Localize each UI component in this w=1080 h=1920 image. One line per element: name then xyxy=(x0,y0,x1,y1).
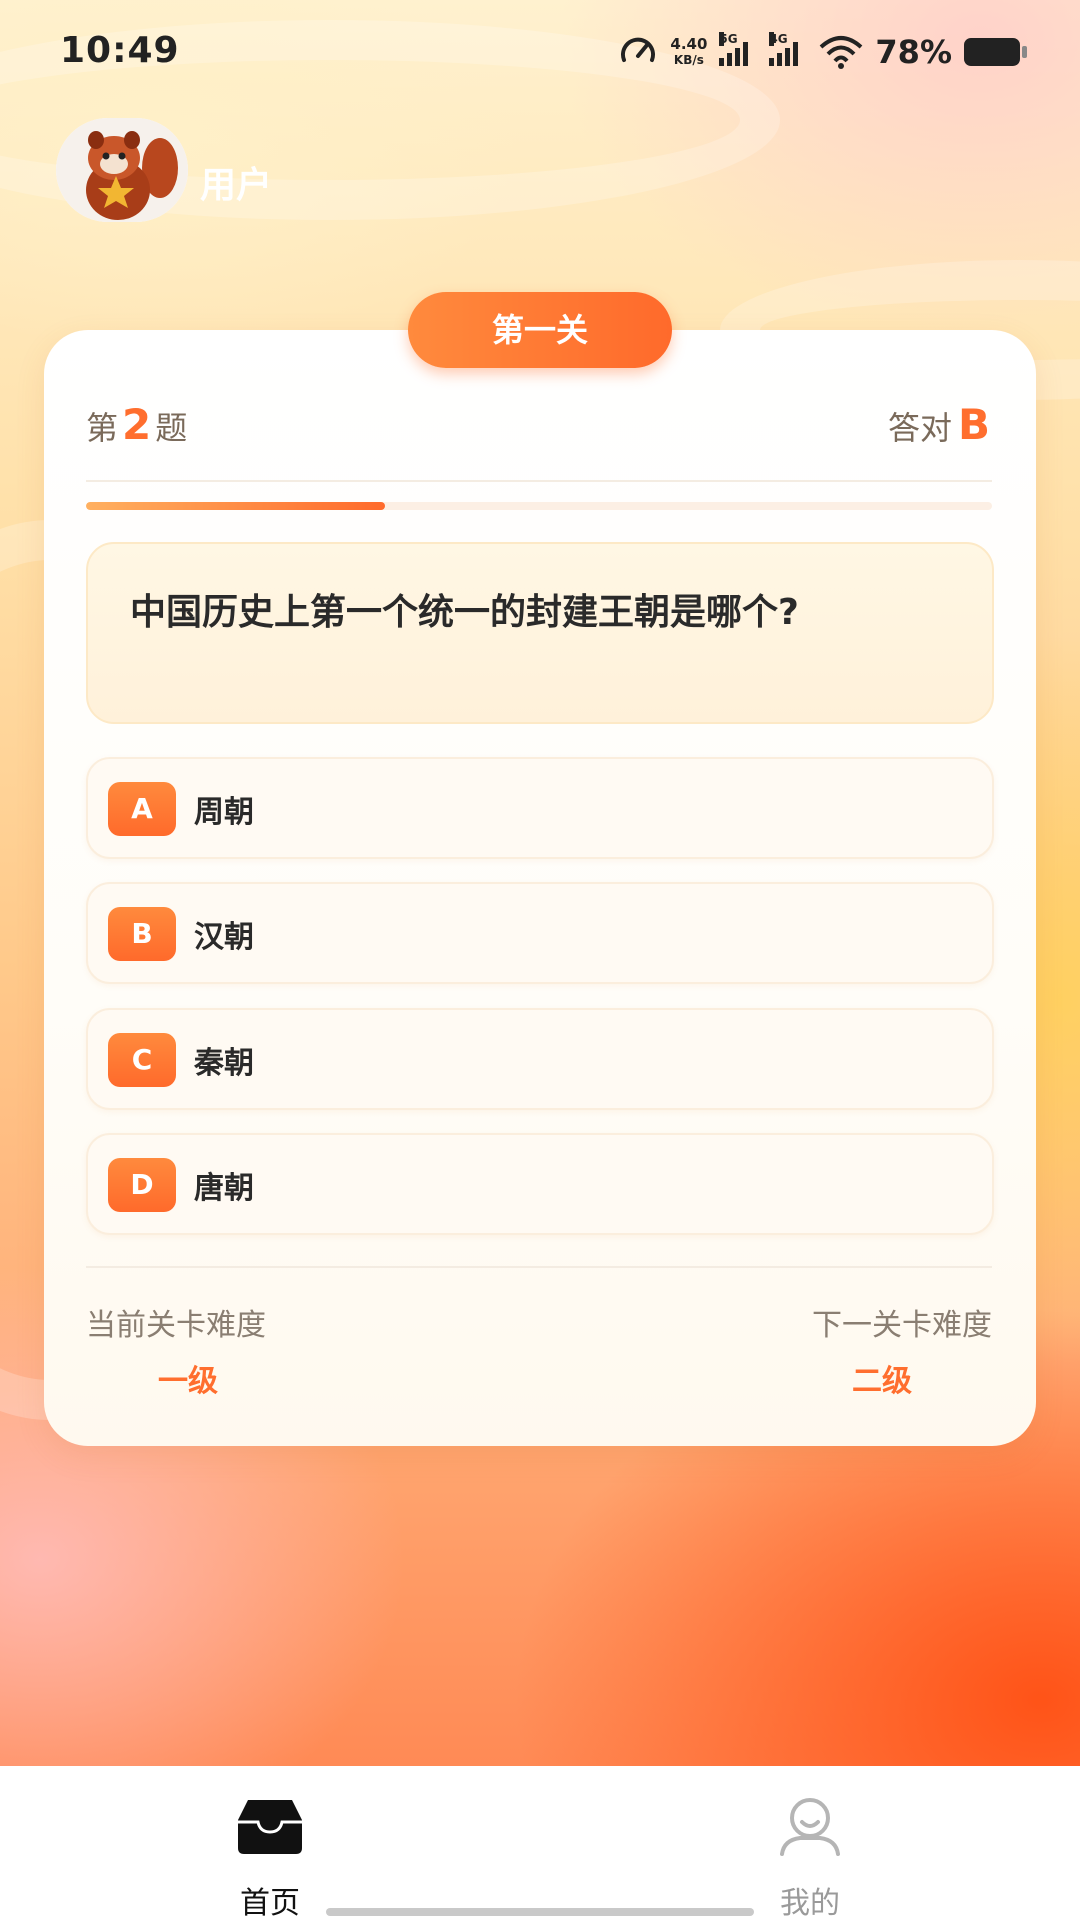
correct-answer-value: B xyxy=(957,400,990,449)
net-speed: 4.40 KB/s xyxy=(670,35,708,67)
option-text: 秦朝 xyxy=(194,1046,254,1081)
option-b[interactable]: B 汉朝 xyxy=(86,882,994,984)
option-letter: C xyxy=(108,1033,176,1087)
inbox-icon xyxy=(238,1800,302,1854)
question-counter: 第 2 题 xyxy=(86,400,188,449)
option-text: 周朝 xyxy=(194,795,254,830)
nav-home[interactable]: 首页 xyxy=(170,1766,370,1920)
level-title-tab: 第一关 xyxy=(408,292,672,368)
correct-answer: 答对 B xyxy=(887,400,990,449)
option-letter: A xyxy=(108,782,176,836)
next-difficulty-value: 二级 xyxy=(852,1364,912,1399)
current-difficulty-value: 一级 xyxy=(158,1364,218,1399)
option-d[interactable]: D 唐朝 xyxy=(86,1133,994,1235)
next-difficulty-label: 下一关卡难度 xyxy=(812,1308,992,1343)
option-text: 唐朝 xyxy=(194,1171,254,1206)
battery-icon xyxy=(964,38,1027,66)
wifi-icon xyxy=(820,36,863,69)
signal-5g-icon: 5G xyxy=(719,32,757,66)
status-icons: 4.40 KB/s 5G 4G 78% xyxy=(618,30,1027,74)
bottom-nav: 首页 我的 xyxy=(0,1766,1080,1920)
username: 用户 xyxy=(200,165,273,206)
speedometer-icon xyxy=(621,37,656,62)
user-icon xyxy=(780,1798,840,1856)
current-difficulty-label: 当前关卡难度 xyxy=(86,1308,266,1343)
question-number: 2 xyxy=(122,400,152,449)
option-text: 汉朝 xyxy=(194,920,254,955)
option-letter: B xyxy=(108,907,176,961)
option-a[interactable]: A 周朝 xyxy=(86,757,994,859)
progress-bar xyxy=(86,502,992,510)
signal-4g-icon: 4G xyxy=(769,32,807,66)
home-indicator xyxy=(326,1908,754,1916)
status-time: 10:49 xyxy=(60,30,180,71)
nav-mine[interactable]: 我的 xyxy=(710,1766,910,1920)
red-panda-avatar-icon xyxy=(56,118,188,222)
option-letter: D xyxy=(108,1158,176,1212)
divider xyxy=(86,1266,992,1268)
user-avatar[interactable] xyxy=(56,118,188,222)
divider xyxy=(86,480,992,482)
question-text: 中国历史上第一个统一的封建王朝是哪个? xyxy=(86,542,994,724)
option-c[interactable]: C 秦朝 xyxy=(86,1008,994,1110)
status-bar: 10:49 4.40 KB/s 5G 4G 78% xyxy=(0,0,1080,100)
battery-percent: 78% xyxy=(875,33,952,71)
progress-fill xyxy=(86,502,385,510)
